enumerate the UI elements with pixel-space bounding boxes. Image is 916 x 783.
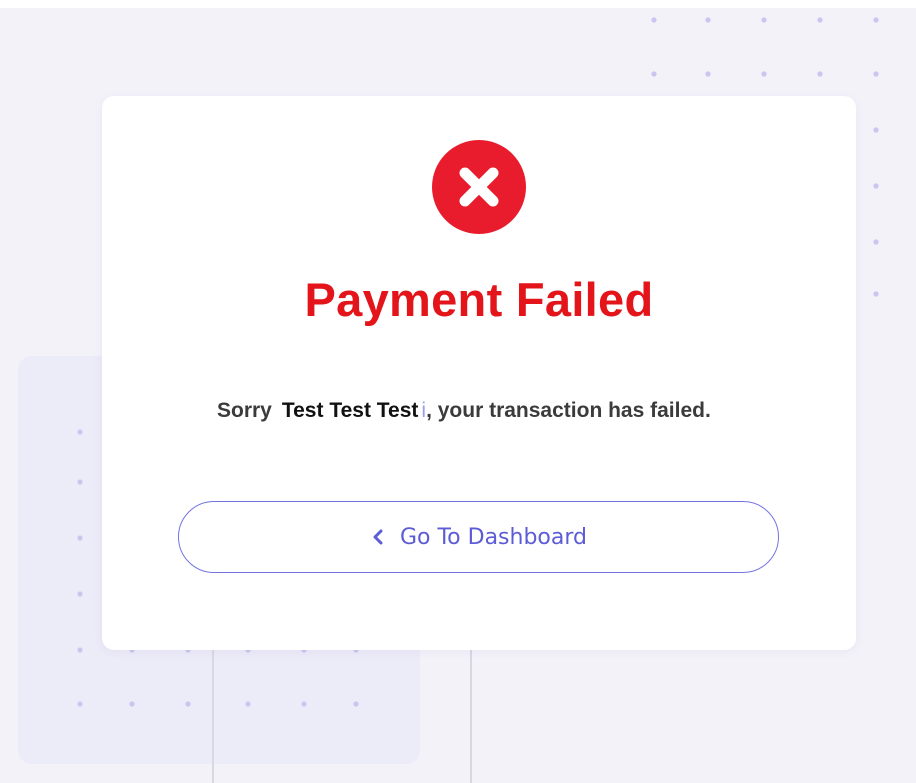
background-dot xyxy=(761,17,767,23)
background-dot xyxy=(245,701,251,707)
background-dot xyxy=(129,701,135,707)
background-dot xyxy=(77,591,83,597)
background-dot xyxy=(873,127,879,133)
background-dot xyxy=(651,71,657,77)
background-dot xyxy=(705,17,711,23)
background-dot xyxy=(761,71,767,77)
background-dot xyxy=(873,239,879,245)
background-dot xyxy=(873,291,879,297)
error-x-circle-icon xyxy=(432,140,526,234)
status-message: Sorry Test Test Test i, your transaction h… xyxy=(217,392,737,430)
customer-name: Test Test Test xyxy=(281,399,419,422)
background-dot xyxy=(817,17,823,23)
message-suffix: , your transaction has failed. xyxy=(426,399,711,422)
page-title: Payment Failed xyxy=(304,273,654,326)
background-dot xyxy=(301,701,307,707)
message-prefix: Sorry xyxy=(217,399,272,422)
background-dot xyxy=(77,647,83,653)
payment-status-card: Payment Failed Sorry Test Test Test i, you… xyxy=(102,96,856,650)
background-dot xyxy=(77,535,83,541)
background-dot xyxy=(705,71,711,77)
background-dot xyxy=(817,71,823,77)
background-dot xyxy=(77,479,83,485)
go-to-dashboard-button[interactable]: Go To Dashboard xyxy=(178,501,779,573)
background-dot xyxy=(873,183,879,189)
background-dot xyxy=(77,429,83,435)
background-dot xyxy=(873,17,879,23)
dashboard-button-label: Go To Dashboard xyxy=(399,524,587,550)
background-dot xyxy=(185,701,191,707)
background-dot xyxy=(873,71,879,77)
background-dot xyxy=(651,17,657,23)
background-dot xyxy=(77,701,83,707)
chevron-left-icon xyxy=(373,529,383,545)
background-dot xyxy=(353,701,359,707)
